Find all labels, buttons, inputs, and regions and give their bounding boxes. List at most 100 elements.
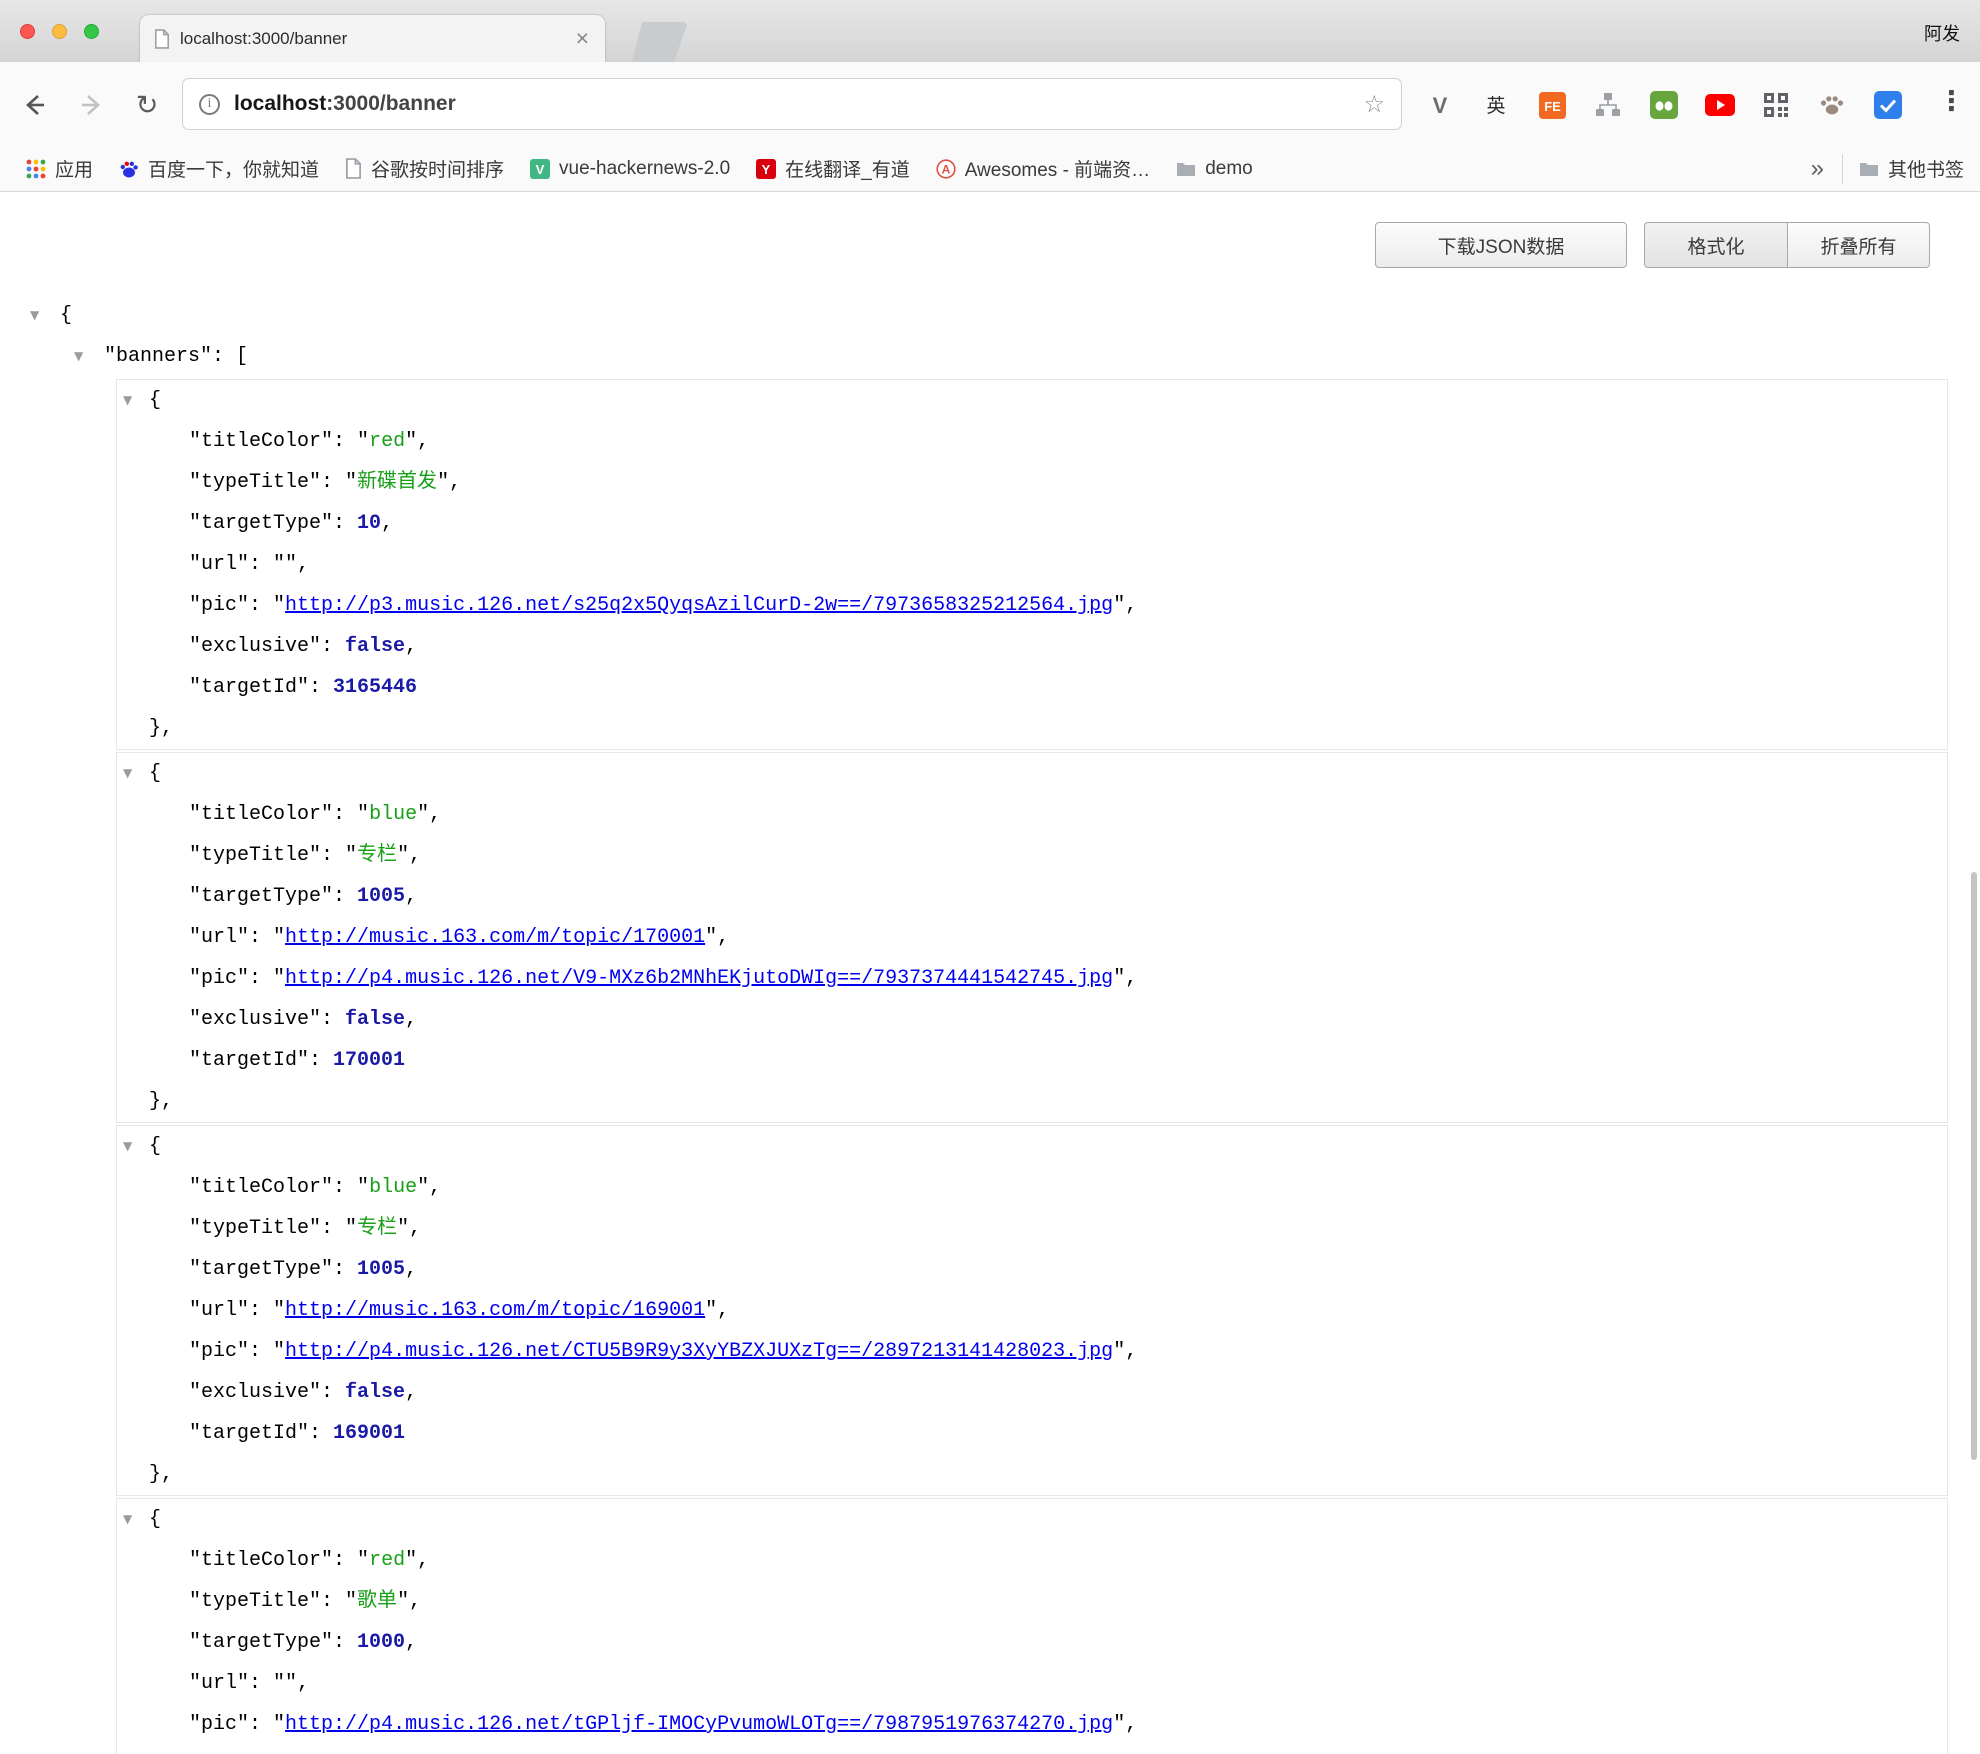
- tab-strip: localhost:3000/banner × 阿发: [0, 0, 1980, 62]
- forward-button[interactable]: [74, 88, 108, 122]
- new-tab-button[interactable]: [632, 22, 688, 62]
- collapse-toggle-icon[interactable]: ▼: [74, 336, 83, 377]
- collapse-toggle-icon[interactable]: ▼: [123, 1499, 132, 1540]
- json-line: ▼{: [117, 753, 1947, 794]
- json-line: "url": "",: [117, 544, 1947, 585]
- translate-icon[interactable]: 英: [1480, 89, 1512, 121]
- json-string-value: 歌单: [357, 1590, 397, 1613]
- json-key: "titleColor": [189, 430, 333, 453]
- json-key: "pic": [189, 594, 249, 617]
- json-line: "pic": "http://p3.music.126.net/s25q2x5Q…: [117, 585, 1947, 626]
- json-link[interactable]: http://p4.music.126.net/tGPljf-IMOCyPvum…: [285, 1713, 1113, 1736]
- json-punctuation: ,: [409, 844, 421, 867]
- address-bar[interactable]: i localhost:3000/banner ☆: [182, 78, 1402, 130]
- json-punctuation: ": [345, 844, 357, 867]
- json-punctuation: :: [309, 1422, 333, 1445]
- browser-tab[interactable]: localhost:3000/banner ×: [140, 15, 605, 62]
- bookmark-item[interactable]: Y在线翻译_有道: [746, 152, 920, 186]
- collapse-toggle-icon[interactable]: ▼: [123, 380, 132, 421]
- json-punctuation: ": [1113, 1340, 1125, 1363]
- json-link[interactable]: http://p4.music.126.net/CTU5B9R9y3XyYBZX…: [285, 1340, 1113, 1363]
- collapse-all-button[interactable]: 折叠所有: [1787, 222, 1930, 268]
- bookmark-item[interactable]: AAwesomes - 前端资…: [926, 152, 1160, 186]
- json-punctuation: ,: [717, 1299, 729, 1322]
- tampermonkey-icon[interactable]: [1648, 89, 1680, 121]
- qrcode-icon[interactable]: [1760, 89, 1792, 121]
- collapse-toggle-icon[interactable]: ▼: [123, 753, 132, 794]
- json-string-value: blue: [369, 1176, 417, 1199]
- json-line: "pic": "http://p4.music.126.net/tGPljf-I…: [117, 1704, 1947, 1745]
- json-key: "url": [189, 926, 249, 949]
- json-link[interactable]: http://p3.music.126.net/s25q2x5QyqsAzilC…: [285, 594, 1113, 617]
- json-key: "titleColor": [189, 1549, 333, 1572]
- json-punctuation: },: [149, 717, 173, 740]
- collapse-toggle-icon[interactable]: ▼: [30, 295, 39, 336]
- scrollbar-thumb[interactable]: [1971, 872, 1977, 1460]
- tab-title: localhost:3000/banner: [180, 29, 564, 49]
- json-line: "typeTitle": "专栏",: [117, 835, 1947, 876]
- page-content: 下载JSON数据 格式化 折叠所有 ▼{▼"banners": [▼{"titl…: [0, 192, 1980, 1754]
- json-line: "exclusive": false,: [117, 626, 1947, 667]
- json-punctuation: ,: [1125, 594, 1137, 617]
- json-key: "targetType": [189, 512, 333, 535]
- format-collapse-button-group: 格式化 折叠所有: [1644, 222, 1930, 268]
- json-link[interactable]: http://p4.music.126.net/V9-MXz6b2MNhEKju…: [285, 967, 1113, 990]
- bookmarks-overflow-chevron[interactable]: »: [1799, 155, 1836, 183]
- json-punctuation: :: [321, 1590, 345, 1613]
- bookmark-item[interactable]: Vvue-hackernews-2.0: [520, 152, 740, 186]
- json-punctuation: ": [705, 926, 717, 949]
- json-punctuation: :: [249, 967, 273, 990]
- other-bookmarks-folder[interactable]: 其他书签: [1842, 154, 1964, 184]
- json-key: "targetId": [189, 676, 309, 699]
- json-punctuation: :: [333, 1258, 357, 1281]
- security-icon[interactable]: [1872, 89, 1904, 121]
- json-punctuation: ": [1113, 594, 1125, 617]
- json-punctuation: ,: [429, 803, 441, 826]
- json-line: "targetId": 170001: [117, 1040, 1947, 1081]
- close-window-button[interactable]: [20, 24, 35, 39]
- bookmark-item[interactable]: 应用: [16, 152, 103, 186]
- youtube-icon[interactable]: [1704, 89, 1736, 121]
- bookmark-label: 在线翻译_有道: [785, 155, 910, 182]
- format-button[interactable]: 格式化: [1644, 222, 1787, 268]
- back-button[interactable]: [18, 88, 52, 122]
- json-punctuation: ": [345, 1217, 357, 1240]
- json-punctuation: ": [417, 803, 429, 826]
- reload-button[interactable]: ↻: [130, 88, 164, 122]
- json-key: "titleColor": [189, 1176, 333, 1199]
- page-info-icon[interactable]: i: [199, 94, 220, 115]
- json-string-value: red: [369, 430, 405, 453]
- browser-menu-icon[interactable]: ⋮: [1938, 86, 1965, 117]
- json-punctuation: :: [333, 1631, 357, 1654]
- bookmark-item[interactable]: 谷歌按时间排序: [335, 152, 514, 186]
- profile-name[interactable]: 阿发: [1924, 20, 1960, 46]
- banner-object: ▼{"titleColor": "blue","typeTitle": "专栏"…: [116, 1125, 1948, 1496]
- json-line: "titleColor": "blue",: [117, 1167, 1947, 1208]
- json-link[interactable]: http://music.163.com/m/topic/169001: [285, 1299, 705, 1322]
- paw-icon[interactable]: [1816, 89, 1848, 121]
- zoom-window-button[interactable]: [84, 24, 99, 39]
- json-line: },: [117, 1454, 1947, 1495]
- json-number-value: 1000: [357, 1631, 405, 1654]
- page-favicon-icon: [154, 29, 170, 49]
- json-line: "targetType": 1005,: [117, 876, 1947, 917]
- tab-close-icon[interactable]: ×: [574, 27, 591, 50]
- collapse-toggle-icon[interactable]: ▼: [123, 1126, 132, 1167]
- json-link[interactable]: http://music.163.com/m/topic/170001: [285, 926, 705, 949]
- org-icon[interactable]: [1592, 89, 1624, 121]
- bookmark-item[interactable]: 百度一下，你就知道: [109, 152, 329, 186]
- download-json-button[interactable]: 下载JSON数据: [1375, 222, 1627, 268]
- json-line: "exclusive": false: [117, 1745, 1947, 1754]
- json-punctuation: ": [397, 844, 409, 867]
- fe-icon[interactable]: FE: [1536, 89, 1568, 121]
- vimium-icon[interactable]: V: [1424, 89, 1456, 121]
- minimize-window-button[interactable]: [52, 24, 67, 39]
- bookmark-item[interactable]: demo: [1166, 152, 1263, 186]
- json-punctuation: ,: [405, 1008, 417, 1031]
- apps-grid-icon: [26, 159, 46, 179]
- json-punctuation: :: [309, 676, 333, 699]
- json-punctuation: :: [333, 512, 357, 535]
- json-key: "typeTitle": [189, 844, 321, 867]
- json-line: "targetType": 1000,: [117, 1622, 1947, 1663]
- bookmark-star-icon[interactable]: ☆: [1363, 90, 1385, 119]
